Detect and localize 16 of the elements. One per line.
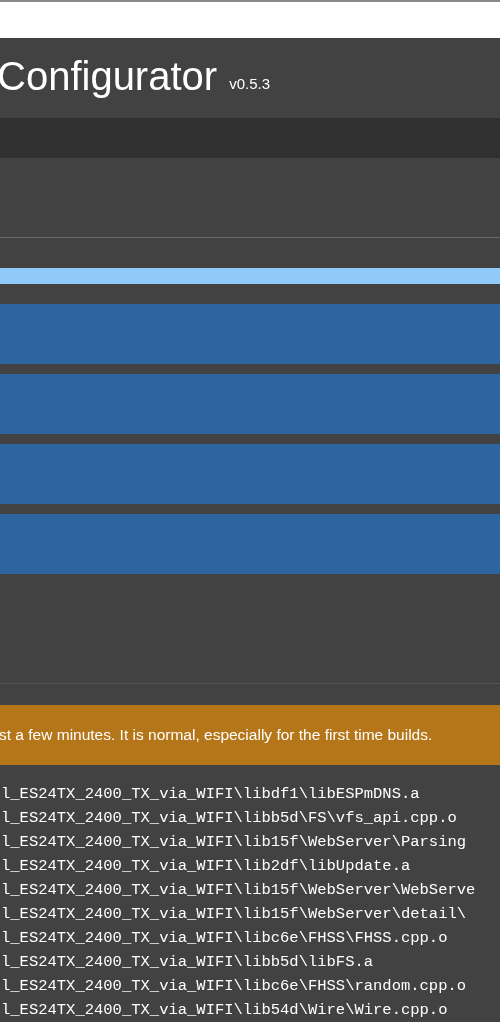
version-label: v0.5.3 — [229, 73, 270, 94]
log-line: l_ES24TX_2400_TX_via_WIFI\libc6e\FHSS\FHSS.cpp.o — [1, 928, 449, 949]
log-line: l_ES24TX_2400_TX_via_WIFI\libb5d\FS\vfs_api.cpp.o — [1, 808, 458, 829]
log-line: l_ES24TX_2400_TX_via_WIFI\lib54d\Wire\Wire.cpp.o — [1, 1000, 449, 1021]
log-line: l_ES24TX_2400_TX_via_WIFI\lib15f\WebServer\Parsing — [1, 832, 468, 853]
action-button[interactable] — [0, 304, 500, 364]
action-button[interactable] — [0, 374, 500, 434]
log-line: l_ES24TX_2400_TX_via_WIFI\libc6e\FHSS\random.cpp.o — [1, 976, 468, 997]
log-line: l_ES24TX_2400_TX_via_WIFI\lib2df\libUpdate.a — [1, 856, 412, 877]
log-line: l_ES24TX_2400_TX_via_WIFI\libb5d\libFS.a — [1, 952, 375, 973]
action-button[interactable] — [0, 444, 500, 504]
notice-text: st a few minutes. It is normal, especially for the first time builds. — [0, 725, 433, 746]
log-line: l_ES24TX_2400_TX_via_WIFI\lib15f\WebServer\WebServe — [1, 880, 477, 901]
log-line: l_ES24TX_2400_TX_via_WIFI\libdf1\libESPmDNS.a — [1, 784, 421, 805]
action-button[interactable] — [0, 514, 500, 574]
log-line: l_ES24TX_2400_TX_via_WIFI\lib15f\WebServer\detail\ — [1, 904, 468, 925]
